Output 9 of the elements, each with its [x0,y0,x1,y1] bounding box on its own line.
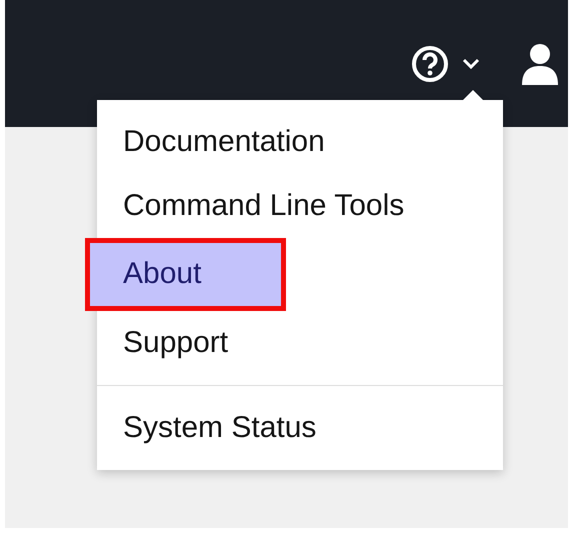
menu-item[interactable]: About [85,238,286,311]
menu-item[interactable]: Support [97,311,254,375]
help-menu-button[interactable] [410,44,480,84]
menu-item[interactable]: Documentation [97,110,351,174]
menu-item[interactable]: Command Line Tools [97,174,430,238]
user-icon[interactable] [522,42,558,84]
help-icon [410,44,450,84]
menu-item[interactable]: System Status [97,396,342,460]
chevron-down-icon [462,58,480,70]
